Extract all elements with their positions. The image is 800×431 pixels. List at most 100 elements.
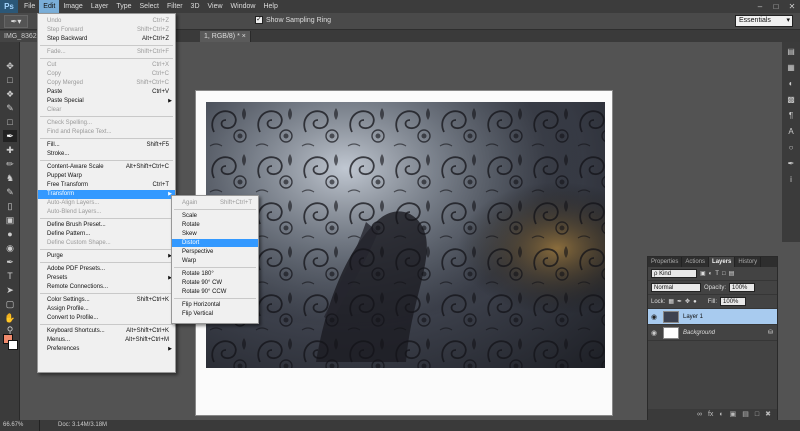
info-panel-icon[interactable]: i xyxy=(785,174,797,186)
transform-item-rotate-90-cw[interactable]: Rotate 90° CW xyxy=(172,279,258,287)
clone-stamp-tool-icon[interactable]: ♞ xyxy=(3,172,17,184)
tool-preset-picker[interactable]: ✒▾ xyxy=(4,14,28,28)
quick-select-tool-icon[interactable]: ✎ xyxy=(3,102,17,114)
menu-item-stroke[interactable]: Stroke... xyxy=(38,150,175,159)
lasso-tool-icon[interactable]: ❖ xyxy=(3,88,17,100)
layer-mask-icon[interactable]: ◐ xyxy=(719,409,723,420)
menu-filter[interactable]: Filter xyxy=(163,0,187,13)
menu-item-purge[interactable]: Purge▶ xyxy=(38,252,175,261)
menu-item-auto-align-layers[interactable]: Auto-Align Layers... xyxy=(38,199,175,208)
filter-smart-object-icon[interactable]: ▤ xyxy=(729,270,735,277)
close-button[interactable]: ✕ xyxy=(784,0,800,13)
menu-layer[interactable]: Layer xyxy=(87,0,113,13)
tab-actions[interactable]: Actions xyxy=(682,257,710,267)
transform-item-flip-vertical[interactable]: Flip Vertical xyxy=(172,310,258,318)
sampling-ring-option[interactable]: ✓ Show Sampling Ring xyxy=(255,16,331,24)
transform-item-flip-horizontal[interactable]: Flip Horizontal xyxy=(172,301,258,309)
adjustment-layer-icon[interactable]: ▣ xyxy=(730,409,737,420)
menu-item-keyboard-shortcuts[interactable]: Keyboard Shortcuts... Alt+Shift+Ctrl+K xyxy=(38,327,175,336)
layer-row-layer-1[interactable]: ◉ Layer 1 xyxy=(648,309,777,325)
character-panel-icon[interactable]: A xyxy=(785,126,797,138)
menu-item-content-aware-scale[interactable]: Content-Aware Scale Alt+Shift+Ctrl+C xyxy=(38,163,175,172)
menu-item-clear[interactable]: Clear xyxy=(38,106,175,115)
eye-icon[interactable]: ◉ xyxy=(651,329,659,337)
menu-item-presets[interactable]: Presets▶ xyxy=(38,274,175,283)
menu-item-find-and-replace-text[interactable]: Find and Replace Text... xyxy=(38,128,175,137)
channels-panel-icon[interactable]: ○ xyxy=(785,142,797,154)
layer-style-icon[interactable]: fx xyxy=(708,409,713,420)
transform-item-scale[interactable]: Scale xyxy=(172,212,258,220)
pen-tool-icon[interactable]: ✒ xyxy=(3,256,17,268)
eraser-tool-icon[interactable]: ▯ xyxy=(3,200,17,212)
lock-position-icon[interactable]: ✥ xyxy=(685,298,690,305)
tab-layers[interactable]: Layers xyxy=(709,257,736,267)
menu-view[interactable]: View xyxy=(204,0,227,13)
menu-item-convert-to-profile[interactable]: Convert to Profile... xyxy=(38,314,175,323)
filter-pixel-icon[interactable]: ▣ xyxy=(700,270,706,277)
filter-shape-icon[interactable]: □ xyxy=(722,271,726,277)
menu-item-adobe-pdf-presets[interactable]: Adobe PDF Presets... xyxy=(38,265,175,274)
lock-pixels-icon[interactable]: ✒ xyxy=(677,298,682,305)
menu-type[interactable]: Type xyxy=(112,0,135,13)
menu-item-cut[interactable]: Cut Ctrl+X xyxy=(38,61,175,70)
transform-item-rotate[interactable]: Rotate xyxy=(172,221,258,229)
eyedropper-tool-icon[interactable]: ✒ xyxy=(3,130,17,142)
menu-window[interactable]: Window xyxy=(227,0,260,13)
minimize-button[interactable]: – xyxy=(752,0,768,13)
menu-item-copy-merged[interactable]: Copy Merged Shift+Ctrl+C xyxy=(38,79,175,88)
adjustments-panel-icon[interactable]: ◐ xyxy=(785,78,797,90)
fill-field[interactable]: 100% xyxy=(720,297,747,306)
lock-all-icon[interactable]: ● xyxy=(693,299,697,305)
menu-item-define-pattern[interactable]: Define Pattern... xyxy=(38,230,175,239)
path-selection-tool-icon[interactable]: ➤ xyxy=(3,284,17,296)
menu-item-remote-connections[interactable]: Remote Connections... xyxy=(38,283,175,292)
menu-item-fade[interactable]: Fade... Shift+Ctrl+F xyxy=(38,48,175,57)
crop-tool-icon[interactable]: □ xyxy=(3,116,17,128)
menu-item-check-spelling[interactable]: Check Spelling... xyxy=(38,119,175,128)
filter-adjustment-icon[interactable]: ◐ xyxy=(709,271,713,277)
menu-item-assign-profile[interactable]: Assign Profile... xyxy=(38,305,175,314)
menu-item-puppet-warp[interactable]: Puppet Warp xyxy=(38,172,175,181)
menu-item-step-backward[interactable]: Step Backward Alt+Ctrl+Z xyxy=(38,35,175,44)
kind-filter-select[interactable]: ρ Kind xyxy=(651,269,697,278)
brush-tool-icon[interactable]: ✏ xyxy=(3,158,17,170)
menu-item-paste-special[interactable]: Paste Special ▶ xyxy=(38,97,175,106)
menu-item-auto-blend-layers[interactable]: Auto-Blend Layers... xyxy=(38,208,175,217)
eye-icon[interactable]: ◉ xyxy=(651,313,659,321)
photo-layer[interactable] xyxy=(206,102,605,368)
blend-mode-select[interactable]: Normal xyxy=(651,283,701,292)
menu-item-define-custom-shape[interactable]: Define Custom Shape... xyxy=(38,239,175,248)
menu-image[interactable]: Image xyxy=(59,0,86,13)
workspace-select[interactable]: Essentials xyxy=(735,15,793,27)
transform-item-rotate-90-ccw[interactable]: Rotate 90° CCW xyxy=(172,288,258,296)
color-panel-icon[interactable]: ▤ xyxy=(785,46,797,58)
transform-item-perspective[interactable]: Perspective xyxy=(172,248,258,256)
menu-item-undo[interactable]: Undo Ctrl+Z xyxy=(38,17,175,26)
transform-item-skew[interactable]: Skew xyxy=(172,230,258,238)
tab-history[interactable]: History xyxy=(735,257,762,267)
menu-item-menus[interactable]: Menus... Alt+Shift+Ctrl+M xyxy=(38,336,175,345)
menu-item-free-transform[interactable]: Free Transform Ctrl+T xyxy=(38,181,175,190)
menu-item-preferences[interactable]: Preferences ▶ xyxy=(38,345,175,354)
gradient-tool-icon[interactable]: ▣ xyxy=(3,214,17,226)
menu-select[interactable]: Select xyxy=(136,0,163,13)
filter-type-icon[interactable]: T xyxy=(715,271,719,277)
trash-icon[interactable]: ✖ xyxy=(765,409,771,420)
menu-item-color-settings[interactable]: Color Settings... Shift+Ctrl+K xyxy=(38,296,175,305)
background-color-swatch[interactable] xyxy=(8,340,18,350)
zoom-level-field[interactable]: 66.67% xyxy=(0,420,40,431)
doc-tab-active[interactable]: 1, RGB/8) * × xyxy=(200,31,251,42)
menu-edit[interactable]: Edit xyxy=(39,0,60,13)
menu-item-fill[interactable]: Fill... Shift+F5 xyxy=(38,141,175,150)
layer-row-background[interactable]: ◉ Background ⛁ xyxy=(648,325,777,341)
marquee-tool-icon[interactable]: □ xyxy=(3,74,17,86)
group-icon[interactable]: ▤ xyxy=(742,409,749,420)
type-tool-icon[interactable]: T xyxy=(3,270,17,282)
document-info[interactable]: Doc: 3.14M/3.18M xyxy=(58,420,107,431)
sampling-ring-checkbox[interactable]: ✓ xyxy=(255,16,263,24)
tab-properties[interactable]: Properties xyxy=(648,257,683,267)
menu-item-define-brush-preset[interactable]: Define Brush Preset... xyxy=(38,221,175,230)
menu-3d[interactable]: 3D xyxy=(187,0,204,13)
paths-panel-icon[interactable]: ✒ xyxy=(785,158,797,170)
menu-item-copy[interactable]: Copy Ctrl+C xyxy=(38,70,175,79)
